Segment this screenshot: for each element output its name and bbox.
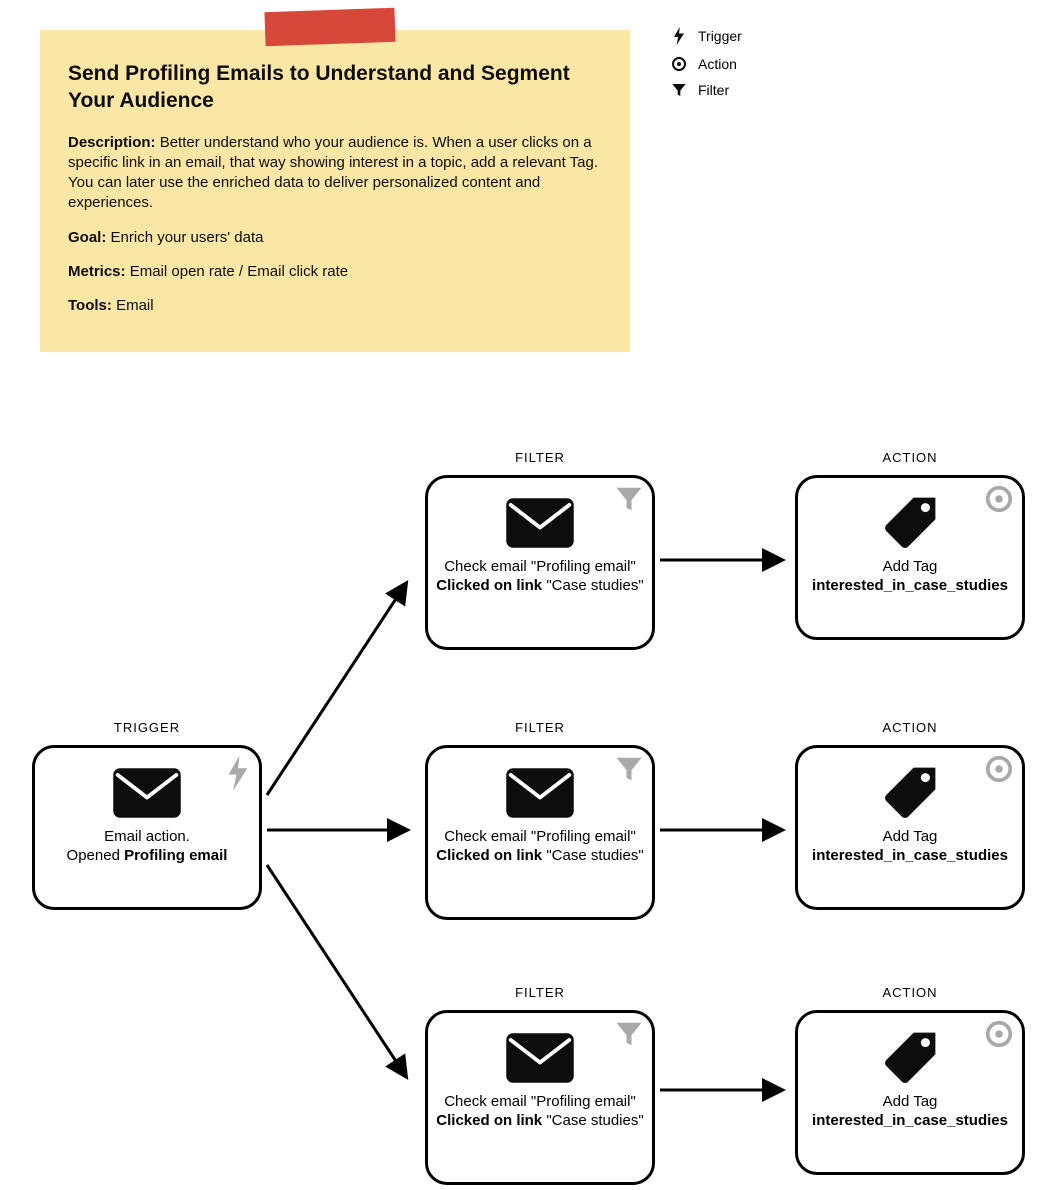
action-line1: Add Tag bbox=[806, 558, 1014, 577]
info-note: Send Profiling Emails to Understand and … bbox=[40, 30, 630, 352]
action2-tag: interested_in_case_studies bbox=[812, 847, 1008, 864]
legend-filter-label: Filter bbox=[698, 82, 729, 98]
filter-line1: Check email "Profiling email" bbox=[436, 828, 644, 847]
legend-trigger-label: Trigger bbox=[698, 28, 742, 44]
filter2-l2a: Clicked on link bbox=[436, 847, 542, 864]
tools-text: Email bbox=[116, 297, 154, 314]
target-icon bbox=[984, 754, 1014, 790]
filter3-l2b: "Case studies" bbox=[542, 1112, 644, 1129]
metrics-label: Metrics: bbox=[68, 263, 126, 280]
note-title: Send Profiling Emails to Understand and … bbox=[68, 60, 602, 115]
metrics-text: Email open rate / Email click rate bbox=[130, 263, 348, 280]
filter1-l1a: Check email bbox=[444, 558, 531, 575]
goal-text: Enrich your users' data bbox=[111, 229, 264, 246]
filter1-l2b: "Case studies" bbox=[542, 577, 644, 594]
filter-line2: Clicked on link "Case studies" bbox=[436, 1112, 644, 1131]
tag-icon bbox=[806, 766, 1014, 820]
trigger-line2: Opened Profiling email bbox=[43, 847, 251, 866]
filter-card-2: Check email "Profiling email" Clicked on… bbox=[425, 745, 655, 920]
note-tools: Tools: Email bbox=[68, 296, 602, 316]
filter3-l1b: "Profiling email" bbox=[531, 1093, 636, 1110]
legend: Trigger Action Filter bbox=[670, 26, 742, 108]
funnel-icon bbox=[614, 484, 644, 520]
tools-label: Tools: bbox=[68, 297, 112, 314]
action3-tag: interested_in_case_studies bbox=[812, 1112, 1008, 1129]
note-description: Description: Better understand who your … bbox=[68, 133, 602, 214]
trigger-card: Email action. Opened Profiling email bbox=[32, 745, 262, 910]
action-line1: Add Tag bbox=[806, 828, 1014, 847]
filter-line2: Clicked on link "Case studies" bbox=[436, 577, 644, 596]
heading-filter-2: FILTER bbox=[425, 720, 655, 735]
heading-filter-3: FILTER bbox=[425, 985, 655, 1000]
action-card-3: Add Tag interested_in_case_studies bbox=[795, 1010, 1025, 1175]
action-line2: interested_in_case_studies bbox=[806, 847, 1014, 866]
target-icon bbox=[984, 1019, 1014, 1055]
action-line1: Add Tag bbox=[806, 1093, 1014, 1112]
heading-filter-1: FILTER bbox=[425, 450, 655, 465]
action-line2: interested_in_case_studies bbox=[806, 1112, 1014, 1131]
filter2-l2b: "Case studies" bbox=[542, 847, 644, 864]
filter1-l1b: "Profiling email" bbox=[531, 558, 636, 575]
description-label: Description: bbox=[68, 134, 156, 151]
filter-card-3: Check email "Profiling email" Clicked on… bbox=[425, 1010, 655, 1185]
target-icon bbox=[670, 56, 688, 72]
heading-action-1: ACTION bbox=[795, 450, 1025, 465]
note-goal: Goal: Enrich your users' data bbox=[68, 228, 602, 248]
filter-line1: Check email "Profiling email" bbox=[436, 1093, 644, 1112]
trigger-line1: Email action. bbox=[43, 828, 251, 847]
envelope-icon bbox=[436, 766, 644, 820]
filter-line2: Clicked on link "Case studies" bbox=[436, 847, 644, 866]
envelope-icon bbox=[43, 766, 251, 820]
legend-filter: Filter bbox=[670, 82, 742, 98]
legend-action-label: Action bbox=[698, 56, 737, 72]
trigger-line2-bold: Profiling email bbox=[124, 847, 227, 864]
goal-label: Goal: bbox=[68, 229, 106, 246]
action-line2: interested_in_case_studies bbox=[806, 577, 1014, 596]
funnel-icon bbox=[614, 754, 644, 790]
filter-line1: Check email "Profiling email" bbox=[436, 558, 644, 577]
action-card-2: Add Tag interested_in_case_studies bbox=[795, 745, 1025, 910]
note-metrics: Metrics: Email open rate / Email click r… bbox=[68, 262, 602, 282]
tag-icon bbox=[806, 1031, 1014, 1085]
funnel-icon bbox=[670, 82, 688, 98]
filter1-l2a: Clicked on link bbox=[436, 577, 542, 594]
filter3-l1a: Check email bbox=[444, 1093, 531, 1110]
heading-action-2: ACTION bbox=[795, 720, 1025, 735]
filter3-l2a: Clicked on link bbox=[436, 1112, 542, 1129]
tag-icon bbox=[806, 496, 1014, 550]
bolt-icon bbox=[225, 754, 251, 798]
target-icon bbox=[984, 484, 1014, 520]
envelope-icon bbox=[436, 496, 644, 550]
envelope-icon bbox=[436, 1031, 644, 1085]
flow-diagram: TRIGGER Email action. Opened Profiling e… bbox=[0, 430, 1050, 1190]
heading-action-3: ACTION bbox=[795, 985, 1025, 1000]
filter2-l1a: Check email bbox=[444, 828, 531, 845]
filter-card-1: Check email "Profiling email" Clicked on… bbox=[425, 475, 655, 650]
bolt-icon bbox=[670, 26, 688, 46]
filter2-l1b: "Profiling email" bbox=[531, 828, 636, 845]
legend-action: Action bbox=[670, 56, 742, 72]
action1-tag: interested_in_case_studies bbox=[812, 577, 1008, 594]
heading-trigger: TRIGGER bbox=[32, 720, 262, 735]
legend-trigger: Trigger bbox=[670, 26, 742, 46]
funnel-icon bbox=[614, 1019, 644, 1055]
action-card-1: Add Tag interested_in_case_studies bbox=[795, 475, 1025, 640]
tape-graphic bbox=[264, 8, 395, 47]
trigger-line2-prefix: Opened bbox=[67, 847, 125, 864]
